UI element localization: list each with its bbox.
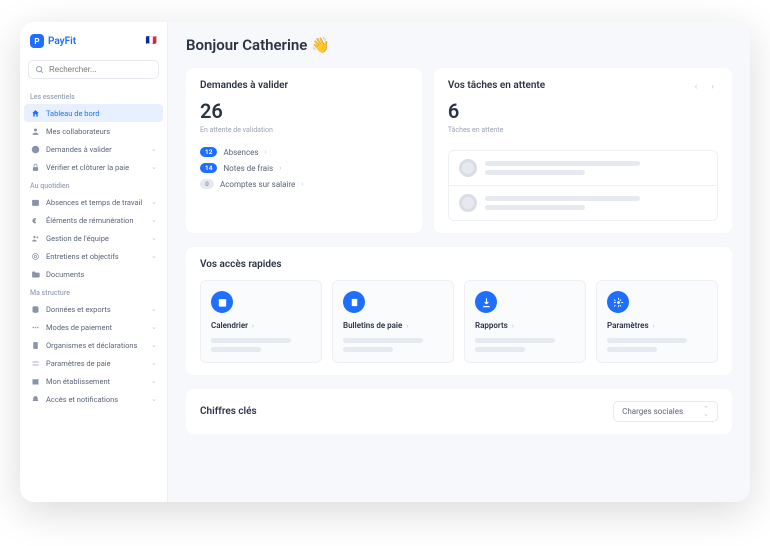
chevron-right-icon: › xyxy=(406,322,408,330)
chevron-down-icon: ⌄ xyxy=(151,216,157,224)
chevron-down-icon: ⌄ xyxy=(151,305,157,313)
sidebar-item-interviews[interactable]: Entretiens et objectifs ⌄ xyxy=(20,247,167,265)
kpi-card: Chiffres clés Charges sociales ⌃⌄ xyxy=(186,389,732,434)
search-box[interactable] xyxy=(28,60,159,79)
section-essentials: Les essentiels xyxy=(20,87,167,104)
requests-card: Demandes à valider 26 En attente de vali… xyxy=(186,68,422,233)
payment-icon xyxy=(30,322,40,332)
chevron-right-icon: › xyxy=(512,322,514,330)
document-icon xyxy=(343,291,365,313)
sidebar-item-requests[interactable]: Demandes à valider ⌄ xyxy=(20,140,167,158)
request-item-absences[interactable]: 12 Absences › xyxy=(200,144,408,160)
kpi-title: Chiffres clés xyxy=(200,406,257,417)
requests-count: 26 xyxy=(200,99,408,123)
chevron-right-icon: › xyxy=(252,322,254,330)
pager-prev-button[interactable]: ‹ xyxy=(691,80,702,94)
sidebar-item-dashboard[interactable]: Tableau de bord xyxy=(24,104,163,122)
chevron-down-icon: ⌄ xyxy=(151,395,157,403)
sidebar: P PayFit 🇫🇷 Les essentiels Tableau de bo… xyxy=(20,22,168,502)
home-icon xyxy=(30,108,40,118)
badge: 0 xyxy=(200,179,214,189)
select-stepper-icon: ⌃⌄ xyxy=(703,407,709,415)
sidebar-item-remuneration[interactable]: € Éléments de rémunération ⌄ xyxy=(20,211,167,229)
chevron-down-icon: ⌄ xyxy=(151,377,157,385)
quick-settings[interactable]: Paramètres› xyxy=(596,280,718,363)
chevron-right-icon: › xyxy=(279,164,281,172)
avatar xyxy=(459,159,477,177)
brand-logo: P xyxy=(30,34,44,48)
request-item-expenses[interactable]: 14 Notes de frais › xyxy=(200,160,408,176)
badge: 12 xyxy=(200,147,217,157)
sidebar-item-payparams[interactable]: Paramètres de paie ⌄ xyxy=(20,354,167,372)
tasks-count: 6 xyxy=(448,99,545,123)
main-content: Bonjour Catherine 👋 Demandes à valider 2… xyxy=(168,22,750,502)
badge: 14 xyxy=(200,163,217,173)
quick-reports[interactable]: Rapports› xyxy=(464,280,586,363)
users-icon xyxy=(30,126,40,136)
search-icon xyxy=(35,65,44,74)
euro-icon: € xyxy=(30,215,40,225)
country-flag-icon[interactable]: 🇫🇷 xyxy=(146,36,157,46)
download-icon xyxy=(475,291,497,313)
svg-text:€: € xyxy=(32,217,36,224)
sidebar-item-absences[interactable]: Absences et temps de travail ⌄ xyxy=(20,193,167,211)
sliders-icon xyxy=(30,358,40,368)
target-icon xyxy=(30,251,40,261)
brand-name: PayFit xyxy=(48,36,76,47)
chevron-down-icon: ⌄ xyxy=(151,323,157,331)
chevron-down-icon: ⌄ xyxy=(151,234,157,242)
chevron-right-icon: › xyxy=(301,180,303,188)
task-row[interactable] xyxy=(449,185,717,220)
section-structure: Ma structure xyxy=(20,283,167,300)
brand: P PayFit 🇫🇷 xyxy=(20,30,167,56)
requests-title: Demandes à valider xyxy=(200,80,408,91)
section-daily: Au quotidien xyxy=(20,176,167,193)
chevron-down-icon: ⌄ xyxy=(151,341,157,349)
sidebar-item-payment[interactable]: Modes de paiement ⌄ xyxy=(20,318,167,336)
sidebar-item-collaborators[interactable]: Mes collaborateurs xyxy=(20,122,167,140)
tasks-title: Vos tâches en attente xyxy=(448,80,545,91)
sidebar-item-access[interactable]: Accès et notifications ⌄ xyxy=(20,390,167,408)
task-list xyxy=(448,150,718,221)
calendar-icon xyxy=(30,197,40,207)
lock-icon xyxy=(30,162,40,172)
sidebar-item-data[interactable]: Données et exports ⌄ xyxy=(20,300,167,318)
chevron-down-icon: ⌄ xyxy=(151,198,157,206)
request-item-advances[interactable]: 0 Acomptes sur salaire › xyxy=(200,176,408,192)
tasks-sub: Tâches en attente xyxy=(448,126,545,134)
database-icon xyxy=(30,304,40,314)
requests-sub: En attente de validation xyxy=(200,126,408,134)
building-icon xyxy=(30,340,40,350)
team-icon xyxy=(30,233,40,243)
search-input[interactable] xyxy=(49,65,152,74)
quick-payslips[interactable]: Bulletins de paie› xyxy=(332,280,454,363)
sidebar-item-orgs[interactable]: Organismes et déclarations ⌄ xyxy=(20,336,167,354)
bell-icon xyxy=(30,394,40,404)
quick-access-card: Vos accès rapides Calendrier› Bulletins … xyxy=(186,247,732,375)
quick-calendar[interactable]: Calendrier› xyxy=(200,280,322,363)
gear-icon xyxy=(607,291,629,313)
chevron-right-icon: › xyxy=(265,148,267,156)
avatar xyxy=(459,194,477,212)
sidebar-item-verify[interactable]: Vérifier et clôturer la paie ⌄ xyxy=(20,158,167,176)
calendar-icon xyxy=(211,291,233,313)
folder-icon xyxy=(30,269,40,279)
greeting: Bonjour Catherine 👋 xyxy=(186,36,732,54)
sidebar-item-documents[interactable]: Documents xyxy=(20,265,167,283)
chevron-down-icon: ⌄ xyxy=(151,163,157,171)
tasks-pager: ‹ › xyxy=(691,80,718,94)
quick-title: Vos accès rapides xyxy=(200,259,718,270)
kpi-select[interactable]: Charges sociales ⌃⌄ xyxy=(613,401,718,422)
tasks-card: Vos tâches en attente 6 Tâches en attent… xyxy=(434,68,732,233)
chevron-down-icon: ⌄ xyxy=(151,252,157,260)
office-icon xyxy=(30,376,40,386)
sidebar-item-establishment[interactable]: Mon établissement ⌄ xyxy=(20,372,167,390)
sidebar-item-team[interactable]: Gestion de l'équipe ⌄ xyxy=(20,229,167,247)
chevron-down-icon: ⌄ xyxy=(151,359,157,367)
pager-next-button[interactable]: › xyxy=(707,80,718,94)
chevron-right-icon: › xyxy=(653,322,655,330)
check-circle-icon xyxy=(30,144,40,154)
chevron-down-icon: ⌄ xyxy=(151,145,157,153)
task-row[interactable] xyxy=(449,151,717,185)
